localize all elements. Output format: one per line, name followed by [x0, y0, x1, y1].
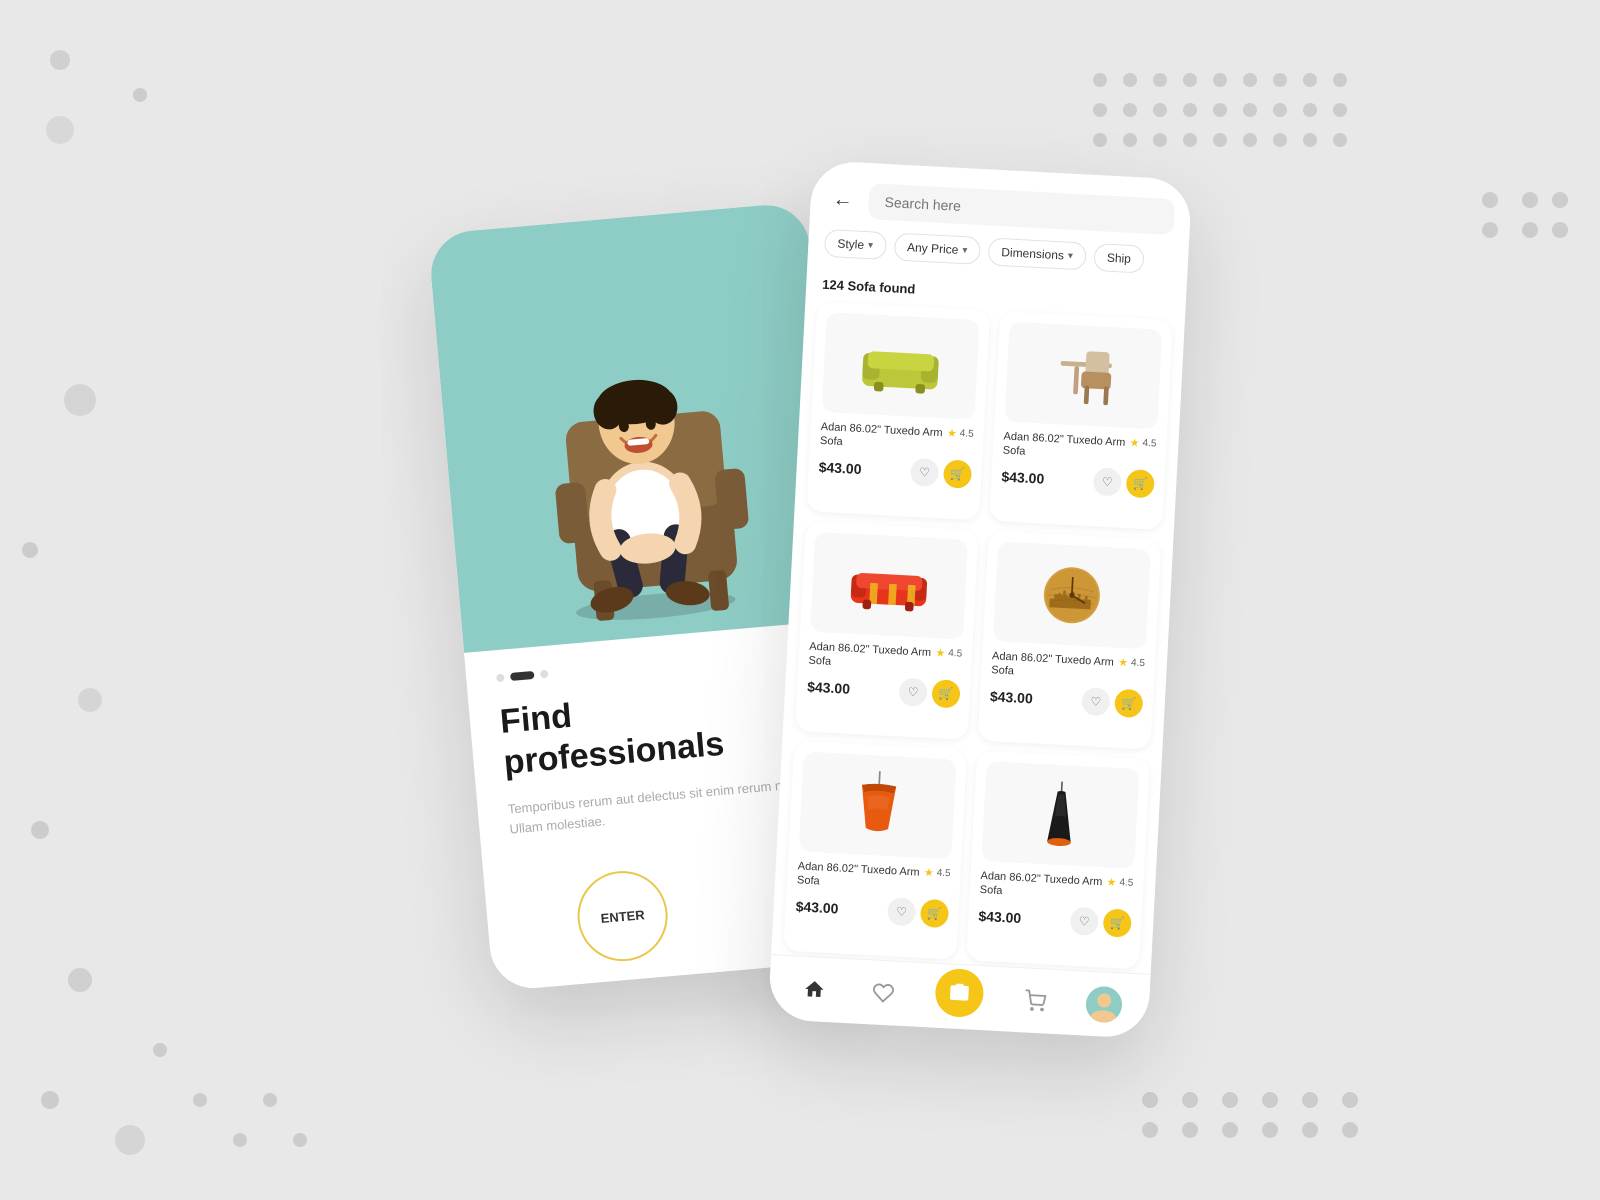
product-actions-3: ♡ 🛒 — [898, 677, 960, 708]
nav-camera[interactable] — [934, 968, 984, 1018]
product-rating-3: ★ 4.5 — [935, 646, 962, 660]
product-sofa-red-svg — [845, 551, 933, 620]
nav-favorites[interactable] — [865, 974, 903, 1012]
search-input[interactable] — [868, 183, 1175, 235]
product-card-2: Adan 86.02" Tuxedo Arm Sofa ★ 4.5 $43.00… — [989, 311, 1173, 530]
product-price-6: $43.00 — [978, 907, 1022, 925]
product-actions-2: ♡ 🛒 — [1093, 467, 1155, 498]
product-name-1: Adan 86.02" Tuxedo Arm Sofa — [820, 420, 948, 455]
filter-style[interactable]: Style ▾ — [824, 229, 887, 260]
avatar-image — [1085, 986, 1123, 1024]
product-card-4: Adan 86.02" Tuxedo Arm Sofa ★ 4.5 $43.00… — [978, 531, 1162, 750]
product-actions-6: ♡ 🛒 — [1070, 906, 1132, 937]
chevron-down-icon: ▾ — [868, 240, 874, 251]
nav-profile[interactable] — [1085, 986, 1123, 1024]
product-name-5: Adan 86.02" Tuxedo Arm Sofa — [797, 859, 925, 894]
heart-button-1[interactable]: ♡ — [910, 457, 939, 486]
indicator-2 — [510, 671, 535, 681]
product-price-4: $43.00 — [990, 688, 1034, 706]
heart-button-3[interactable]: ♡ — [898, 677, 927, 706]
hero-illustration — [427, 201, 842, 653]
camera-icon — [948, 981, 971, 1004]
product-name-2: Adan 86.02" Tuxedo Arm Sofa — [1002, 429, 1130, 464]
hero-section — [427, 201, 842, 653]
right-phone: ← Style ▾ Any Price ▾ Dimensions ▾ Ship — [768, 160, 1192, 1039]
page-indicator — [496, 646, 815, 682]
product-clock-svg — [1033, 558, 1112, 632]
product-chair-brown-svg — [1044, 341, 1122, 410]
product-image-3 — [810, 532, 968, 640]
cart-button-1[interactable]: 🛒 — [943, 459, 972, 488]
product-image-5 — [799, 751, 957, 859]
products-grid: Adan 86.02" Tuxedo Arm Sofa ★ 4.5 $43.00… — [771, 297, 1185, 974]
home-icon — [803, 978, 826, 1001]
indicator-3 — [540, 670, 549, 679]
heart-icon — [872, 981, 895, 1004]
phone-header: ← Style ▾ Any Price ▾ Dimensions ▾ Ship — [807, 160, 1192, 286]
enter-button[interactable]: ENTER — [574, 868, 672, 966]
product-rating-5: ★ 4.5 — [924, 866, 951, 880]
heart-button-4[interactable]: ♡ — [1081, 687, 1110, 716]
cart-button-5[interactable]: 🛒 — [920, 898, 949, 927]
product-image-1 — [822, 312, 980, 420]
product-rating-2: ★ 4.5 — [1129, 436, 1156, 450]
product-price-3: $43.00 — [807, 678, 851, 696]
product-image-6 — [981, 761, 1139, 869]
star-icon: ★ — [1106, 875, 1117, 888]
hero-title: Find professionals — [498, 674, 824, 783]
product-name-3: Adan 86.02" Tuxedo Arm Sofa — [808, 640, 936, 675]
product-card-5: Adan 86.02" Tuxedo Arm Sofa ★ 4.5 $43.00… — [783, 741, 967, 960]
heart-button-5[interactable]: ♡ — [887, 897, 916, 926]
product-rating-6: ★ 4.5 — [1106, 875, 1133, 889]
filter-price[interactable]: Any Price ▾ — [893, 233, 981, 265]
star-icon: ★ — [1129, 436, 1140, 449]
star-icon: ★ — [1118, 656, 1129, 669]
product-sofa-green-svg — [856, 331, 944, 400]
cart-button-4[interactable]: 🛒 — [1114, 688, 1143, 717]
nav-cart[interactable] — [1016, 982, 1054, 1020]
product-name-6: Adan 86.02" Tuxedo Arm Sofa — [979, 869, 1107, 904]
product-price-5: $43.00 — [795, 898, 839, 916]
star-icon: ★ — [947, 427, 958, 440]
product-image-4 — [993, 541, 1151, 649]
star-icon: ★ — [935, 646, 946, 659]
product-rating-1: ★ 4.5 — [947, 427, 974, 441]
product-lamp-black-svg — [1031, 774, 1090, 857]
product-rating-4: ★ 4.5 — [1118, 656, 1145, 670]
star-icon: ★ — [924, 866, 935, 879]
heart-button-6[interactable]: ♡ — [1070, 906, 1099, 935]
indicator-1 — [496, 674, 505, 683]
chevron-down-icon: ▾ — [1068, 250, 1074, 261]
product-image-2 — [1004, 322, 1162, 430]
product-lamp-orange-svg — [846, 764, 910, 847]
product-actions-1: ♡ 🛒 — [910, 457, 972, 488]
back-button[interactable]: ← — [826, 183, 860, 217]
cart-icon — [1023, 989, 1046, 1012]
heart-button-2[interactable]: ♡ — [1093, 467, 1122, 496]
product-price-1: $43.00 — [818, 458, 862, 476]
search-bar: ← — [826, 181, 1175, 235]
filter-ship[interactable]: Ship — [1093, 243, 1144, 274]
nav-home[interactable] — [795, 970, 833, 1008]
title-line1: Find — [499, 697, 574, 741]
product-card-6: Adan 86.02" Tuxedo Arm Sofa ★ 4.5 $43.00… — [966, 751, 1150, 970]
product-name-4: Adan 86.02" Tuxedo Arm Sofa — [991, 649, 1119, 684]
filter-bar: Style ▾ Any Price ▾ Dimensions ▾ Ship — [824, 229, 1173, 275]
filter-dimensions[interactable]: Dimensions ▾ — [988, 237, 1087, 270]
chevron-down-icon: ▾ — [962, 245, 968, 256]
cart-button-6[interactable]: 🛒 — [1103, 908, 1132, 937]
product-actions-5: ♡ 🛒 — [887, 897, 949, 928]
product-price-2: $43.00 — [1001, 468, 1045, 486]
product-card-3: Adan 86.02" Tuxedo Arm Sofa ★ 4.5 $43.00… — [795, 521, 979, 740]
cart-button-2[interactable]: 🛒 — [1126, 469, 1155, 498]
cart-button-3[interactable]: 🛒 — [931, 679, 960, 708]
product-actions-4: ♡ 🛒 — [1081, 687, 1143, 718]
product-card-1: Adan 86.02" Tuxedo Arm Sofa ★ 4.5 $43.00… — [806, 302, 990, 521]
